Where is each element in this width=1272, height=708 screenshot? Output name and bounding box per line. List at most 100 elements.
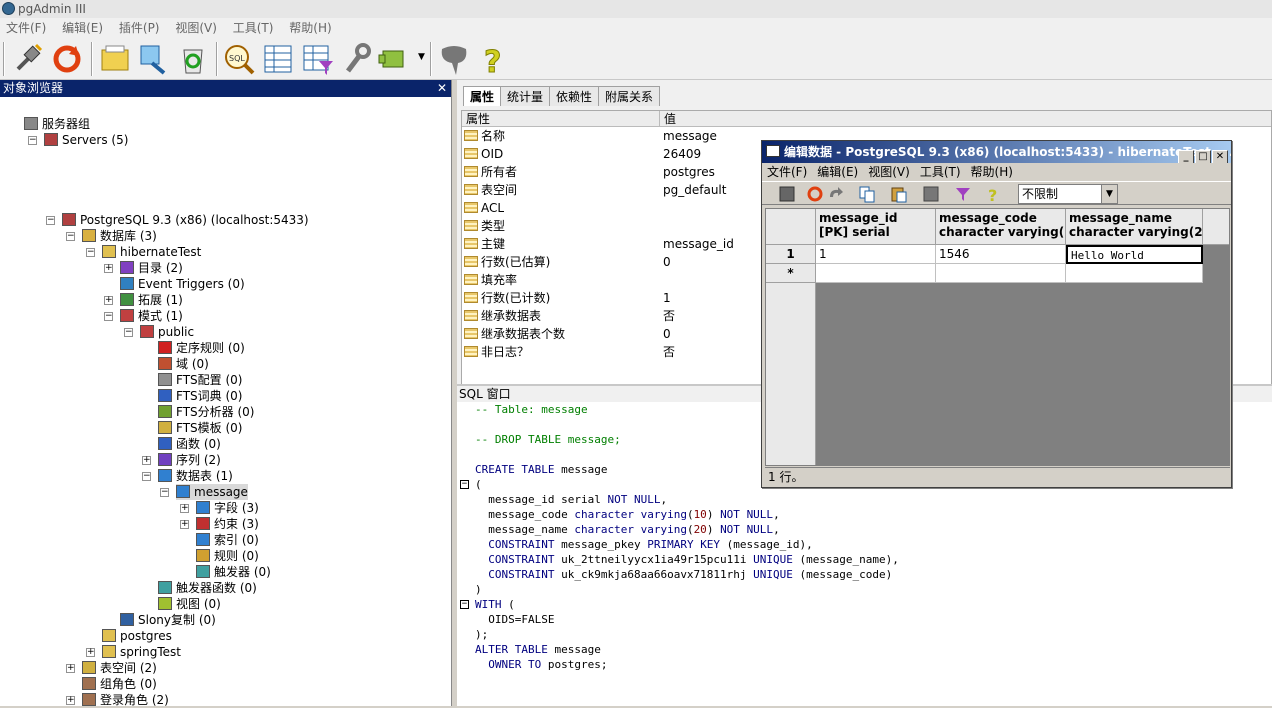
tree-node[interactable]: PostgreSQL 9.3 (x86) (localhost:5433) [62, 212, 309, 228]
tree-node[interactable]: Servers (5) [44, 132, 128, 148]
tree-node[interactable]: 域 (0) [158, 356, 209, 372]
new-row-marker[interactable]: * [766, 264, 816, 283]
cell-message-name[interactable]: Hello World [1066, 245, 1203, 264]
ed-menu-edit[interactable]: 编辑(E) [812, 163, 863, 181]
expand-icon[interactable]: + [66, 696, 75, 705]
tab-dependencies[interactable]: 依赖性 [549, 86, 600, 106]
collapse-icon[interactable]: − [142, 472, 151, 481]
tree-node[interactable]: 索引 (0) [196, 532, 259, 548]
plugins-dropdown-arrow[interactable]: ▼ [418, 52, 425, 62]
filtered-data-icon[interactable] [299, 41, 335, 77]
tree-node[interactable]: 模式 (1) [120, 308, 183, 324]
collapse-icon[interactable]: − [66, 232, 75, 241]
tree-node[interactable]: 服务器组 [24, 116, 90, 132]
close-window-icon[interactable]: ✕ [1212, 150, 1228, 163]
maintenance-wrench-icon[interactable] [338, 41, 374, 77]
view-data-grid-icon[interactable] [260, 41, 296, 77]
tree-node[interactable]: Slony复制 (0) [120, 612, 216, 628]
tree-node[interactable]: 目录 (2) [120, 260, 183, 276]
tree-node[interactable]: 约束 (3) [196, 516, 259, 532]
cell-message-id[interactable]: 1 [816, 245, 936, 264]
expand-icon[interactable]: + [86, 648, 95, 657]
close-icon[interactable]: ✕ [437, 80, 447, 97]
chevron-down-icon[interactable]: ▼ [1101, 185, 1117, 203]
cell-message-code[interactable]: 1546 [936, 245, 1066, 264]
tree-node[interactable]: FTS分析器 (0) [158, 404, 254, 420]
tree-node[interactable]: FTS配置 (0) [158, 372, 242, 388]
ed-menu-tools[interactable]: 工具(T) [915, 163, 966, 181]
expand-icon[interactable]: + [180, 504, 189, 513]
expand-icon[interactable]: + [104, 264, 113, 273]
help-question-icon[interactable]: ? [984, 185, 1002, 203]
grid-corner[interactable] [766, 209, 816, 245]
ed-menu-help[interactable]: 帮助(H) [966, 163, 1018, 181]
expand-icon[interactable]: + [142, 456, 151, 465]
col-header-message-code[interactable]: message_codecharacter varying(10 [936, 209, 1066, 245]
tree-node[interactable]: 数据表 (1) [158, 468, 233, 484]
expand-icon[interactable]: + [104, 296, 113, 305]
menu-file[interactable]: 文件(F) [0, 18, 52, 38]
undo-icon[interactable] [826, 185, 844, 203]
ed-menu-view[interactable]: 视图(V) [863, 163, 915, 181]
paste-icon[interactable] [890, 185, 908, 203]
tree-node[interactable]: public [140, 324, 194, 340]
col-value-header[interactable]: 值 [659, 111, 676, 127]
tab-statistics[interactable]: 统计量 [500, 86, 551, 106]
tree-node[interactable]: springTest [102, 644, 181, 660]
tree-node[interactable]: FTS模板 (0) [158, 420, 242, 436]
collapse-icon[interactable]: − [160, 488, 169, 497]
help-question-icon[interactable]: ? [475, 41, 511, 78]
menu-view[interactable]: 视图(V) [169, 18, 223, 38]
refresh-icon[interactable] [49, 41, 85, 77]
maximize-icon[interactable]: □ [1195, 150, 1211, 163]
tab-properties[interactable]: 属性 [463, 86, 502, 106]
tree-node[interactable]: 拓展 (1) [120, 292, 183, 308]
menu-help[interactable]: 帮助(H) [283, 18, 337, 38]
new-cell-message-id[interactable] [816, 264, 936, 283]
row-limit-select[interactable]: 不限制 ▼ [1018, 184, 1118, 204]
tree-node[interactable]: 序列 (2) [158, 452, 221, 468]
expand-icon[interactable]: + [66, 664, 75, 673]
tree-node[interactable]: FTS词典 (0) [158, 388, 242, 404]
save-icon[interactable] [778, 185, 796, 203]
edit-data-titlebar[interactable]: 编辑数据 - PostgreSQL 9.3 (x86) (localhost:5… [762, 141, 1231, 163]
tree-node[interactable]: Event Triggers (0) [120, 276, 245, 292]
fold-collapse-icon[interactable]: − [460, 600, 469, 609]
tree-node[interactable]: message [176, 484, 248, 500]
minimize-icon[interactable]: _ [1178, 150, 1194, 163]
drop-recycle-icon[interactable] [175, 41, 211, 77]
expand-icon[interactable]: + [180, 520, 189, 529]
tree-node[interactable]: 字段 (3) [196, 500, 259, 516]
collapse-icon[interactable]: − [124, 328, 133, 337]
menu-tools[interactable]: 工具(T) [227, 18, 280, 38]
collapse-icon[interactable]: − [86, 248, 95, 257]
collapse-icon[interactable]: − [28, 136, 37, 145]
tree-node[interactable]: 定序规则 (0) [158, 340, 245, 356]
connect-plug-icon[interactable] [10, 41, 46, 77]
hint-elephant-icon[interactable] [436, 41, 472, 77]
filter-icon[interactable] [954, 185, 972, 203]
tree-node[interactable]: 数据库 (3) [82, 228, 157, 244]
properties-folder-icon[interactable] [97, 41, 133, 77]
tree-node[interactable]: hibernateTest [102, 244, 201, 260]
tree-node[interactable]: 函数 (0) [158, 436, 221, 452]
col-property-header[interactable]: 属性 [462, 111, 490, 127]
tree-node[interactable]: 规则 (0) [196, 548, 259, 564]
plugins-icon[interactable] [375, 41, 411, 77]
tree-node[interactable]: 触发器 (0) [196, 564, 271, 580]
tree-node[interactable]: 组角色 (0) [82, 676, 157, 692]
ed-menu-file[interactable]: 文件(F) [762, 163, 812, 181]
collapse-icon[interactable]: − [46, 216, 55, 225]
menu-plugins[interactable]: 插件(P) [113, 18, 166, 38]
menu-edit[interactable]: 编辑(E) [56, 18, 109, 38]
delete-row-icon[interactable] [922, 185, 940, 203]
tree-node[interactable]: 触发器函数 (0) [158, 580, 257, 596]
fold-collapse-icon[interactable]: − [460, 480, 469, 489]
col-header-message-name[interactable]: message_name character varying(20) [1066, 209, 1203, 245]
new-cell-message-name[interactable] [1066, 264, 1203, 283]
row-number-1[interactable]: 1 [766, 245, 816, 264]
tree-node[interactable]: 视图 (0) [158, 596, 221, 612]
tree-node[interactable]: 表空间 (2) [82, 660, 157, 676]
collapse-icon[interactable]: − [104, 312, 113, 321]
copy-icon[interactable] [858, 185, 876, 203]
